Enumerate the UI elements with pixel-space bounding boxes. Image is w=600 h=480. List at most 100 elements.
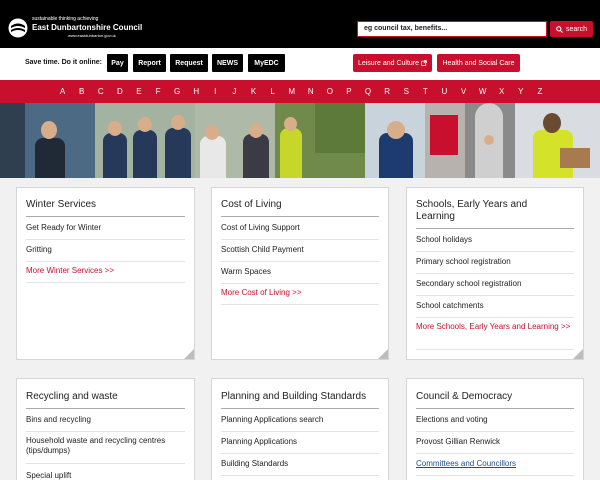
search-button[interactable]: search [550, 21, 593, 37]
item-divider [26, 239, 185, 240]
link-cost-of-living-support[interactable]: Cost of Living Support [221, 223, 300, 233]
leisure-culture-label: Leisure and Culture [357, 59, 420, 67]
card-planning-building: Planning and Building Standards Planning… [211, 378, 389, 480]
item-divider [26, 463, 185, 464]
link-household-waste-centres[interactable]: Household waste and recycling centres (t… [26, 436, 186, 456]
card-schools-early-years: Schools, Early Years and Learning School… [406, 187, 584, 360]
link-scottish-child-payment[interactable]: Scottish Child Payment [221, 245, 304, 255]
link-more-schools[interactable]: More Schools, Early Years and Learning >… [416, 322, 578, 332]
link-more-cost-of-living[interactable]: More Cost of Living >> [221, 288, 301, 298]
staff-photo-banner [0, 103, 600, 178]
az-link-m[interactable]: M [282, 80, 301, 103]
item-divider [416, 453, 574, 454]
link-secondary-school-registration[interactable]: Secondary school registration [416, 279, 521, 289]
photo-poster [425, 103, 465, 178]
card-title: Schools, Early Years and Learning [416, 199, 528, 222]
item-divider [26, 431, 185, 432]
az-link-d[interactable]: D [110, 80, 129, 103]
site-header: sustainable thinking achieving East Dunb… [0, 0, 600, 48]
card-corner-decoration [378, 349, 388, 359]
item-divider [416, 475, 574, 476]
az-link-t[interactable]: T [416, 80, 435, 103]
link-committees-councillors[interactable]: Committees and Councillors [416, 459, 516, 469]
logo-council-name[interactable]: East Dunbartonshire Council [32, 23, 142, 32]
item-divider [416, 273, 574, 274]
link-provost[interactable]: Provost Gillian Renwick [416, 437, 500, 447]
item-divider [26, 282, 185, 283]
az-link-z[interactable]: Z [530, 80, 549, 103]
az-link-s[interactable]: S [397, 80, 416, 103]
az-link-a[interactable]: A [53, 80, 72, 103]
az-link-n[interactable]: N [301, 80, 320, 103]
card-title: Planning and Building Standards [221, 391, 367, 402]
request-button[interactable]: Request [170, 54, 208, 72]
logo-tagline: sustainable thinking achieving [32, 16, 99, 22]
card-corner-decoration [184, 349, 194, 359]
az-link-x[interactable]: X [492, 80, 511, 103]
link-bins-and-recycling[interactable]: Bins and recycling [26, 415, 91, 425]
az-link-e[interactable]: E [129, 80, 148, 103]
az-link-h[interactable]: H [187, 80, 206, 103]
photo-handshake [195, 103, 275, 178]
item-divider [416, 317, 574, 318]
news-button[interactable]: NEWS [212, 54, 243, 72]
az-link-k[interactable]: K [244, 80, 263, 103]
search-icon [556, 25, 563, 33]
pay-button[interactable]: Pay [107, 54, 128, 72]
health-social-care-button[interactable]: Health and Social Care [437, 54, 520, 72]
card-council-democracy: Council & Democracy Elections and voting… [406, 378, 584, 480]
search-input[interactable]: eg council tax, benefits... [357, 21, 547, 37]
link-primary-school-registration[interactable]: Primary school registration [416, 257, 511, 267]
report-button[interactable]: Report [133, 54, 166, 72]
council-logo-icon[interactable] [8, 18, 28, 38]
az-link-u[interactable]: U [435, 80, 454, 103]
link-building-standards[interactable]: Building Standards [221, 459, 288, 469]
title-divider [416, 408, 574, 409]
photo-slide [465, 103, 515, 178]
search-button-label: search [565, 25, 587, 33]
link-special-uplift[interactable]: Special uplift [26, 471, 71, 480]
az-link-g[interactable]: G [168, 80, 187, 103]
link-gritting[interactable]: Gritting [26, 245, 52, 255]
save-time-label: Save time. Do it online: [25, 59, 103, 66]
item-divider [221, 475, 379, 476]
link-more-winter-services[interactable]: More Winter Services >> [26, 266, 114, 276]
link-warm-spaces[interactable]: Warm Spaces [221, 267, 271, 277]
az-link-c[interactable]: C [91, 80, 110, 103]
item-divider [416, 295, 574, 296]
card-title: Council & Democracy [416, 391, 513, 402]
az-link-q[interactable]: Q [359, 80, 378, 103]
link-planning-applications[interactable]: Planning Applications [221, 437, 297, 447]
az-link-i[interactable]: I [206, 80, 225, 103]
az-link-v[interactable]: V [454, 80, 473, 103]
link-school-catchments[interactable]: School catchments [416, 301, 484, 311]
link-elections-and-voting[interactable]: Elections and voting [416, 415, 488, 425]
az-link-l[interactable]: L [263, 80, 282, 103]
link-school-holidays[interactable]: School holidays [416, 235, 472, 245]
title-divider [26, 216, 185, 217]
az-link-r[interactable]: R [378, 80, 397, 103]
az-link-b[interactable]: B [72, 80, 91, 103]
item-divider [221, 453, 379, 454]
photo-volunteer [515, 103, 600, 178]
az-link-f[interactable]: F [148, 80, 167, 103]
myedc-button[interactable]: MyEDC [248, 54, 285, 72]
card-corner-decoration [573, 349, 583, 359]
card-recycling-waste: Recycling and waste Bins and recycling H… [16, 378, 195, 480]
az-link-j[interactable]: J [225, 80, 244, 103]
title-divider [221, 408, 379, 409]
item-divider [416, 349, 574, 350]
az-link-y[interactable]: Y [511, 80, 530, 103]
title-divider [26, 408, 185, 409]
az-link-p[interactable]: P [339, 80, 358, 103]
link-planning-applications-search[interactable]: Planning Applications search [221, 415, 323, 425]
quick-links-bar: Save time. Do it online: Pay Report Requ… [0, 48, 600, 80]
link-get-ready-for-winter[interactable]: Get Ready for Winter [26, 223, 101, 233]
card-title: Winter Services [26, 199, 97, 210]
az-link-w[interactable]: W [473, 80, 492, 103]
title-divider [221, 216, 379, 217]
external-link-icon [421, 60, 427, 66]
leisure-culture-button[interactable]: Leisure and Culture [353, 54, 432, 72]
photo-nurses [95, 103, 195, 178]
az-link-o[interactable]: O [320, 80, 339, 103]
